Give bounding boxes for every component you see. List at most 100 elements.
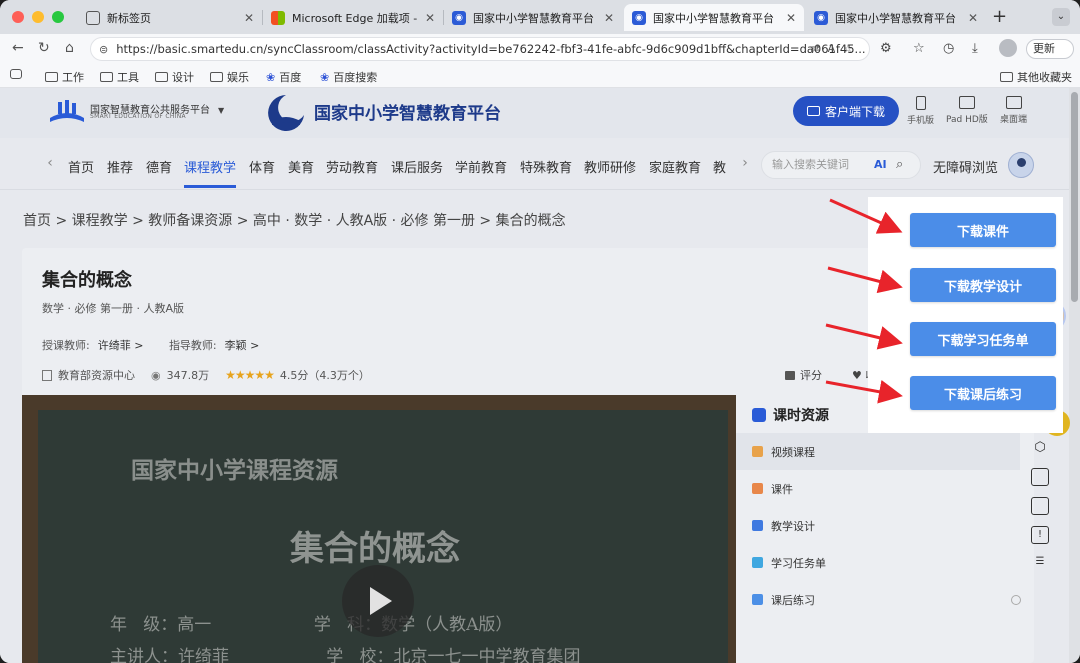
resource-item-video[interactable]: 视频课程 <box>736 433 1020 470</box>
scrollbar-thumb[interactable] <box>1071 92 1078 302</box>
user-avatar[interactable] <box>1008 152 1034 178</box>
minimize-window-button[interactable] <box>32 11 44 23</box>
extensions-icon[interactable]: ⚙ <box>880 41 892 56</box>
resource-item-task[interactable]: 学习任务单 <box>736 544 1020 581</box>
device-mobile[interactable]: 手机版 <box>907 96 934 126</box>
nav-item[interactable]: 家庭教育 <box>649 157 701 176</box>
cube-icon[interactable]: ⬡ <box>1031 439 1049 457</box>
close-icon[interactable]: ✕ <box>425 11 435 25</box>
video-info-row: 主讲人：许绮菲 学 校：北京一七一中学教育集团 <box>110 647 581 663</box>
close-window-button[interactable] <box>12 11 24 23</box>
tab-edge-addons[interactable]: Microsoft Edge 加载项 - 小派... ✕ <box>263 4 443 31</box>
video-icon <box>752 446 763 457</box>
nav-item[interactable]: 教 <box>713 157 726 176</box>
device-desktop[interactable]: 桌面端 <box>1000 96 1027 125</box>
download-exercise-button[interactable]: 下载课后练习 <box>910 376 1056 410</box>
refresh-icon[interactable]: ↻ <box>38 40 50 56</box>
lesson-title: 集合的概念 <box>42 270 132 291</box>
device-pad[interactable]: Pad HD版 <box>946 96 988 125</box>
bookmark-baidu-search[interactable]: ❀ 百度搜索 <box>320 69 377 85</box>
download-design-button[interactable]: 下载教学设计 <box>910 268 1056 302</box>
nav-item[interactable]: 首页 <box>68 157 94 176</box>
source-icon <box>42 369 52 381</box>
bookmark-other[interactable]: 其他收藏夹 <box>1000 69 1072 85</box>
desktop-icon <box>1005 96 1022 109</box>
tab-smartedu-1[interactable]: ◉ 国家中小学智慧教育平台 ✕ <box>444 4 622 31</box>
nav-item[interactable]: 学前教育 <box>455 157 507 176</box>
service-subtitle: SMART EDUCATION OF CHINA <box>90 113 186 120</box>
rate-button[interactable]: 评分 <box>785 367 822 383</box>
main-nav: ‹ 首页 推荐 德育 课程教学 体育 美育 劳动教育 课后服务 学前教育 特殊教… <box>0 138 1069 190</box>
tab-actions-icon[interactable]: ⌄ <box>1052 8 1070 26</box>
search-input[interactable]: 输入搜索关键词 AI ⌕ <box>761 151 921 179</box>
history-icon[interactable]: ◷ <box>943 41 954 56</box>
back-icon[interactable]: ← <box>12 40 24 56</box>
play-button-icon[interactable] <box>342 565 414 637</box>
close-icon[interactable]: ✕ <box>968 11 978 25</box>
favorites-icon[interactable]: ☆ <box>913 41 925 56</box>
close-icon[interactable]: ✕ <box>604 11 614 25</box>
nav-item-selected[interactable]: 课程教学 <box>184 157 237 188</box>
bookmark-folder-work[interactable]: 工作 <box>45 69 84 85</box>
download-task-button[interactable]: 下载学习任务单 <box>910 322 1056 356</box>
address-bar[interactable]: ⊜ https://basic.smartedu.cn/syncClassroo… <box>90 37 870 61</box>
guide-label: 指导教师: <box>168 339 217 352</box>
profile-avatar[interactable] <box>999 39 1017 57</box>
close-icon[interactable]: ✕ <box>244 11 254 25</box>
task-icon <box>752 557 763 568</box>
document-icon[interactable] <box>1031 497 1049 515</box>
browser-window: 新标签页 ✕ Microsoft Edge 加载项 - 小派... ✕ ◉ 国家… <box>0 0 1080 663</box>
tab-label: 国家中小学智慧教育平台 <box>835 11 956 25</box>
teacher-link[interactable]: 许绮菲 > <box>98 339 144 352</box>
views-count: 347.8万 <box>166 369 210 382</box>
search-icon[interactable]: ⌕ <box>896 152 903 178</box>
tab-smartedu-3[interactable]: ◉ 国家中小学智慧教育平台 ✕ <box>806 4 986 31</box>
tab-label: Microsoft Edge 加载项 - 小派... <box>292 11 419 25</box>
reading-list-icon[interactable] <box>10 69 22 79</box>
lock-icon: ⊜ <box>99 42 109 56</box>
bookmark-folder-tools[interactable]: 工具 <box>100 69 139 85</box>
breadcrumb[interactable]: 首页 > 课程教学 > 教师备课资源 > 高中 · 数学 · 人教A版 · 必修… <box>23 210 566 230</box>
tab-smartedu-active[interactable]: ◉ 国家中小学智慧教育平台 ✕ <box>624 4 804 31</box>
bookmark-baidu[interactable]: ❀ 百度 <box>266 69 301 85</box>
rate-icon <box>785 371 795 380</box>
nav-item[interactable]: 劳动教育 <box>326 157 378 176</box>
guide-link[interactable]: 李颖 > <box>225 339 260 352</box>
resource-item-exercise[interactable]: 课后练习 <box>736 581 1021 618</box>
resource-item-courseware[interactable]: 课件 <box>736 470 1020 507</box>
nav-left-arrow-icon[interactable]: ‹ <box>42 155 58 173</box>
tablet-icon <box>958 96 975 109</box>
nav-item[interactable]: 特殊教育 <box>520 157 572 176</box>
smartedu-icon: ◉ <box>814 10 828 25</box>
home-icon[interactable]: ⌂ <box>65 40 74 56</box>
address-actions: ⇄A☆ <box>810 42 861 55</box>
nav-item[interactable]: 体育 <box>249 157 275 176</box>
nav-right-arrow-icon[interactable]: › <box>737 155 753 173</box>
resource-item-design[interactable]: 教学设计 <box>736 507 1020 544</box>
lesson-subtitle: 数学 · 必修 第一册 · 人教A版 <box>42 302 185 315</box>
copy-icon[interactable] <box>1031 468 1049 486</box>
bookmark-folder-design[interactable]: 设计 <box>155 69 194 85</box>
new-tab-icon[interactable]: + <box>992 6 1007 27</box>
nav-item[interactable]: 课后服务 <box>391 157 443 176</box>
feedback-icon[interactable]: ! <box>1031 526 1049 544</box>
accessible-browsing-link[interactable]: 无障碍浏览 <box>933 157 998 176</box>
download-icon[interactable]: ⤓ <box>972 41 978 56</box>
client-download-button[interactable]: 客户端下载 <box>793 96 899 126</box>
update-button[interactable]: 更新 <box>1026 39 1074 59</box>
close-icon[interactable]: ✕ <box>786 11 796 25</box>
monitor-icon <box>806 106 820 116</box>
design-icon <box>752 520 763 531</box>
bookmark-folder-fun[interactable]: 娱乐 <box>210 69 249 85</box>
nav-item[interactable]: 推荐 <box>107 157 133 176</box>
maximize-window-button[interactable] <box>52 11 64 23</box>
window-controls <box>12 11 64 23</box>
nav-item[interactable]: 美育 <box>288 157 314 176</box>
menu-icon[interactable]: ☰ <box>1031 553 1049 571</box>
chevron-down-icon[interactable]: ▼ <box>218 106 224 115</box>
nav-item[interactable]: 教师研修 <box>584 157 636 176</box>
ai-search-icon[interactable]: AI <box>874 152 887 178</box>
download-courseware-button[interactable]: 下载课件 <box>910 213 1056 247</box>
tab-newtab[interactable]: 新标签页 ✕ <box>78 4 262 31</box>
nav-item[interactable]: 德育 <box>146 157 172 176</box>
